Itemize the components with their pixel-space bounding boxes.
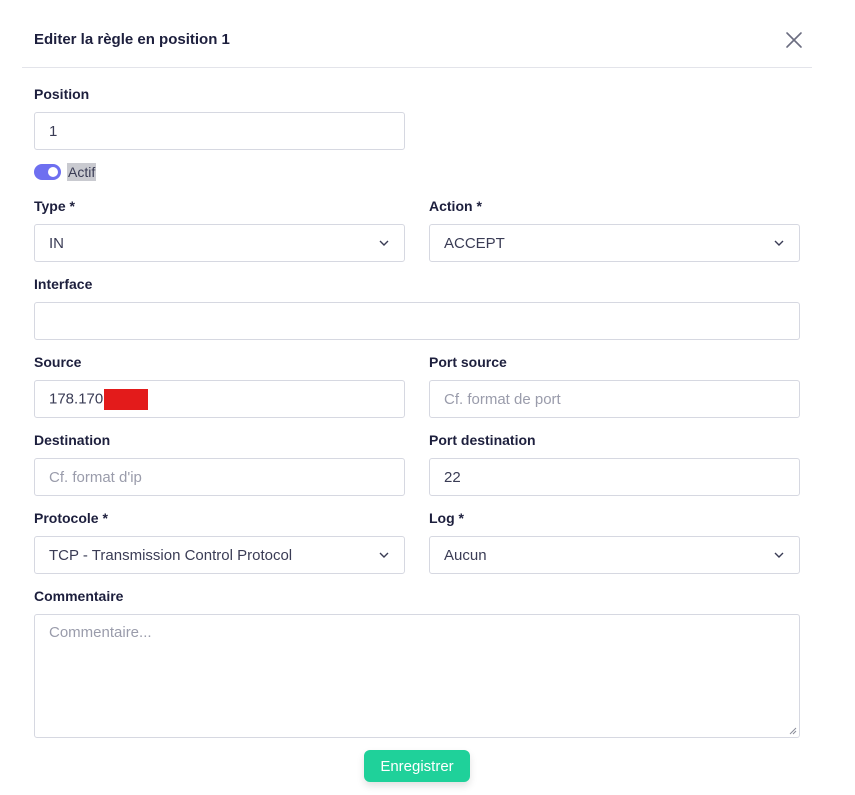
comment-label: Commentaire	[34, 588, 124, 604]
position-input[interactable]: 1	[34, 112, 405, 150]
source-value: 178.170	[49, 389, 104, 407]
position-label: Position	[34, 86, 90, 102]
protocol-label: Protocole *	[34, 510, 108, 526]
log-label: Log *	[429, 510, 464, 526]
redaction-mark	[104, 388, 149, 410]
protocol-select[interactable]: TCP - Transmission Control Protocol	[34, 536, 405, 574]
active-toggle-row: Actif	[34, 162, 97, 182]
source-input[interactable]: 178.170	[34, 380, 405, 418]
active-toggle-label: Actif	[67, 163, 97, 181]
resize-handle-icon[interactable]	[789, 727, 797, 735]
port-destination-input[interactable]: 22	[429, 458, 800, 496]
destination-input[interactable]: Cf. format d'ip	[34, 458, 405, 496]
action-select[interactable]: ACCEPT	[429, 224, 800, 262]
dialog-header: Editer la règle en position 1	[22, 0, 812, 68]
destination-placeholder: Cf. format d'ip	[49, 468, 142, 486]
port-destination-value: 22	[444, 468, 461, 486]
chevron-down-icon	[379, 552, 389, 558]
interface-label: Interface	[34, 276, 93, 292]
port-source-placeholder: Cf. format de port	[444, 390, 561, 408]
log-select[interactable]: Aucun	[429, 536, 800, 574]
source-field-content: 178.170	[49, 388, 390, 410]
chevron-down-icon	[774, 240, 784, 246]
chevron-down-icon	[774, 552, 784, 558]
action-value: ACCEPT	[444, 234, 505, 252]
position-value: 1	[49, 122, 58, 140]
close-icon[interactable]	[784, 30, 804, 50]
port-source-input[interactable]: Cf. format de port	[429, 380, 800, 418]
port-source-label: Port source	[429, 354, 507, 370]
interface-input[interactable]	[34, 302, 800, 340]
comment-placeholder: Commentaire...	[49, 624, 152, 641]
log-value: Aucun	[444, 546, 487, 564]
type-value: IN	[49, 234, 64, 252]
type-label: Type *	[34, 198, 75, 214]
chevron-down-icon	[379, 240, 389, 246]
active-toggle[interactable]	[34, 164, 61, 180]
toggle-knob	[48, 167, 58, 177]
protocol-value: TCP - Transmission Control Protocol	[49, 546, 293, 564]
source-label: Source	[34, 354, 82, 370]
save-button[interactable]: Enregistrer	[364, 750, 470, 782]
action-label: Action *	[429, 198, 482, 214]
type-select[interactable]: IN	[34, 224, 405, 262]
port-destination-label: Port destination	[429, 432, 536, 448]
comment-textarea[interactable]: Commentaire...	[34, 614, 800, 738]
dialog-title: Editer la règle en position 1	[34, 31, 230, 48]
destination-label: Destination	[34, 432, 111, 448]
